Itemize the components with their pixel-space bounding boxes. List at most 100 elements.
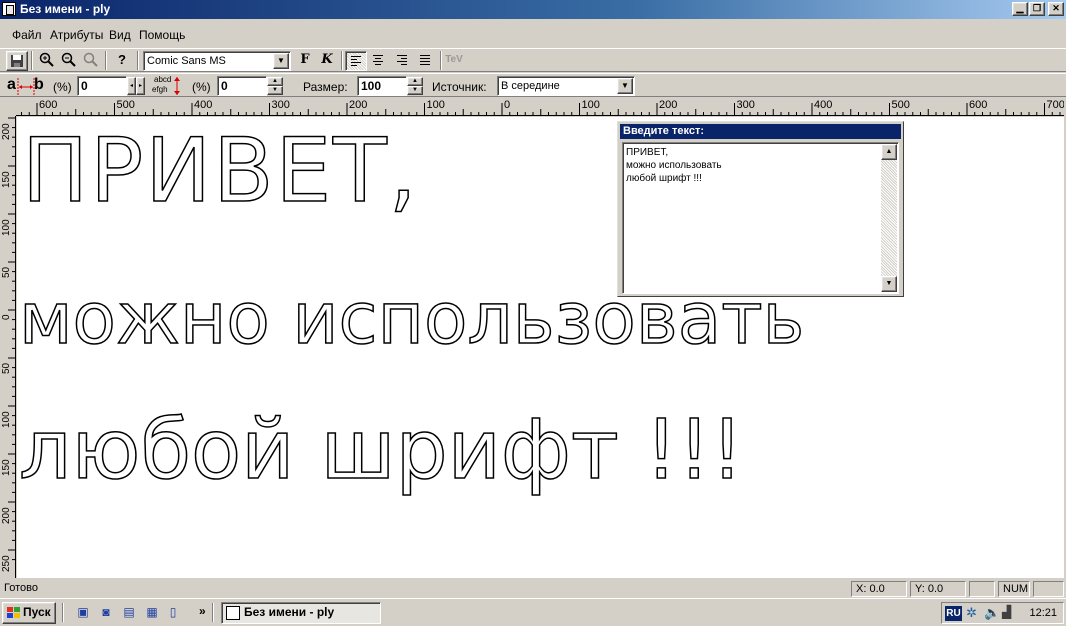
ruler-label: 50 — [1, 362, 12, 374]
window-icon[interactable]: ▤ — [120, 604, 138, 622]
ruler-label: 200 — [1, 507, 12, 524]
quicklaunch-more[interactable]: » — [199, 604, 206, 618]
app-shortcut-icon[interactable]: ▯ — [164, 604, 182, 622]
memo-line: можно использовать — [626, 160, 722, 171]
source-label: Источник: — [432, 80, 487, 94]
memo-line: любой шрифт !!! — [626, 173, 702, 184]
source-select[interactable]: В середине ▼ — [497, 76, 635, 96]
desktop-icon[interactable]: ▣ — [74, 604, 92, 622]
window-title: Без имени - ply — [20, 2, 111, 16]
ruler-label: 50 — [1, 266, 12, 278]
ruler-label: 0 — [504, 99, 511, 111]
zoom-in-icon[interactable] — [36, 51, 58, 71]
taskbar: Пуск ▣ ◙ ▤ ▦ ▯ » Без имени - ply RU ✲ 🔈 … — [0, 598, 1066, 626]
menu-help[interactable]: Помощь — [139, 28, 185, 42]
clock[interactable]: 12:21 — [1029, 607, 1057, 619]
ruler-label: 500 — [891, 99, 910, 111]
vertical-ruler[interactable]: 220015010050050100150200250300 — [0, 116, 16, 578]
align-right-icon[interactable] — [391, 51, 413, 71]
ruler-label: 200 — [1, 123, 12, 140]
app-icon[interactable] — [2, 2, 16, 16]
chevron-down-icon[interactable]: ▼ — [273, 53, 289, 69]
maximize-button[interactable]: ❐ — [1029, 2, 1045, 16]
status-x: X: 0.0 — [851, 581, 907, 597]
ruler-label: 300 — [271, 99, 290, 111]
ruler-label: 400 — [194, 99, 213, 111]
ruler-label: 700 — [1046, 99, 1065, 111]
toolbar-separator — [105, 51, 107, 70]
help-icon[interactable]: ? — [111, 51, 133, 71]
ruler-label: 150 — [1, 459, 12, 476]
menu-bar: Файл Атрибуты Вид Помощь — [0, 20, 1066, 46]
line-spacing-input[interactable]: 0 — [217, 76, 267, 96]
text-input-dialog: Введите текст: ПРИВЕТ, можно использоват… — [617, 121, 904, 297]
close-button[interactable]: ✕ — [1048, 2, 1064, 16]
spacing-label-b: b — [34, 76, 44, 93]
ruler-label: 400 — [814, 99, 833, 111]
scroll-down-icon[interactable]: ▼ — [881, 276, 897, 292]
text-memo[interactable]: ПРИВЕТ, можно использовать любой шрифт !… — [622, 142, 899, 294]
line-spacing-unit: (%) — [192, 80, 211, 94]
dialog-title[interactable]: Введите текст: — [620, 124, 901, 139]
status-bar: Готово X: 0.0 Y: 0.0 NUM — [0, 580, 1066, 598]
network-icon[interactable]: ✲ — [966, 605, 977, 621]
align-left-icon[interactable] — [345, 51, 367, 71]
minimize-button[interactable]: ▁ — [1012, 2, 1028, 16]
menu-file[interactable]: Файл — [12, 28, 42, 42]
ruler-label: 250 — [1, 555, 12, 572]
tev-button[interactable]: TeV — [443, 51, 465, 71]
align-center-icon[interactable] — [367, 51, 389, 71]
ruler-label: 100 — [1, 411, 12, 428]
toolbar-separator — [341, 51, 343, 70]
zoom-out-icon[interactable] — [58, 51, 80, 71]
bold-button[interactable]: F — [294, 51, 316, 71]
start-button[interactable]: Пуск — [2, 602, 56, 624]
task-button-ply[interactable]: Без имени - ply — [221, 602, 381, 624]
source-value: В середине — [501, 80, 560, 92]
ruler-label: 150 — [1, 171, 12, 188]
chevron-down-icon[interactable]: ▼ — [617, 78, 633, 94]
ruler-corner — [0, 98, 16, 116]
ruler-label: 100 — [426, 99, 445, 111]
menu-view[interactable]: Вид — [109, 28, 131, 42]
spacing-label-a: a — [7, 76, 16, 93]
grid-icon[interactable]: ▦ — [143, 604, 161, 622]
volume-icon[interactable]: 🔈 — [984, 605, 1000, 621]
align-justify-icon[interactable] — [414, 51, 436, 71]
font-select[interactable]: Comic Sans MS ▼ — [143, 51, 291, 71]
char-spacing-unit: (%) — [53, 80, 72, 94]
drawing-canvas[interactable]: ПРИВЕТ, можно использовать любой шрифт !… — [17, 117, 1064, 578]
ruler-label: 500 — [116, 99, 135, 111]
language-indicator[interactable]: RU — [945, 606, 962, 621]
taskbar-separator — [62, 603, 64, 622]
size-stepper[interactable]: ▲ ▼ — [407, 76, 425, 96]
status-y: Y: 0.0 — [910, 581, 966, 597]
zoom-fit-icon[interactable] — [80, 51, 102, 71]
printer-icon[interactable]: ▟ — [1002, 605, 1011, 619]
line-spacing-icon: abcd efgh — [150, 75, 180, 97]
size-input[interactable]: 100 — [357, 76, 407, 96]
size-label: Размер: — [303, 80, 348, 94]
char-spacing-stepper[interactable]: ◂ ▸ — [127, 76, 147, 96]
italic-button[interactable]: K — [316, 51, 338, 71]
toolbar-separator — [440, 51, 442, 70]
menu-attributes[interactable]: Атрибуты — [50, 28, 103, 42]
scroll-up-icon[interactable]: ▲ — [881, 144, 897, 160]
save-icon[interactable] — [6, 51, 28, 71]
start-label: Пуск — [23, 605, 51, 619]
taskbar-separator — [212, 603, 214, 622]
ruler-label: 600 — [39, 99, 58, 111]
ruler-label: 100 — [581, 99, 600, 111]
ruler-label: 600 — [969, 99, 988, 111]
ruler-label: 200 — [659, 99, 678, 111]
memo-scrollbar[interactable]: ▲ ▼ — [881, 144, 897, 292]
status-empty — [969, 581, 995, 597]
char-spacing-input[interactable]: 0 — [77, 76, 127, 96]
browser-icon[interactable]: ◙ — [97, 604, 115, 622]
title-bar[interactable]: Без имени - ply ▁ ❐ ✕ — [0, 0, 1066, 19]
status-num: NUM — [998, 581, 1030, 597]
text-params-toolbar: a b (%) 0 ◂ ▸ abcd efgh (%) 0 ▲ ▼ Размер:… — [0, 73, 1066, 97]
memo-line: ПРИВЕТ, — [626, 147, 669, 158]
line-spacing-stepper[interactable]: ▲ ▼ — [267, 76, 285, 96]
horizontal-ruler[interactable]: 600 500 400 300 200 100 0 100 200 300 400 500 600 700 — [16, 98, 1064, 116]
